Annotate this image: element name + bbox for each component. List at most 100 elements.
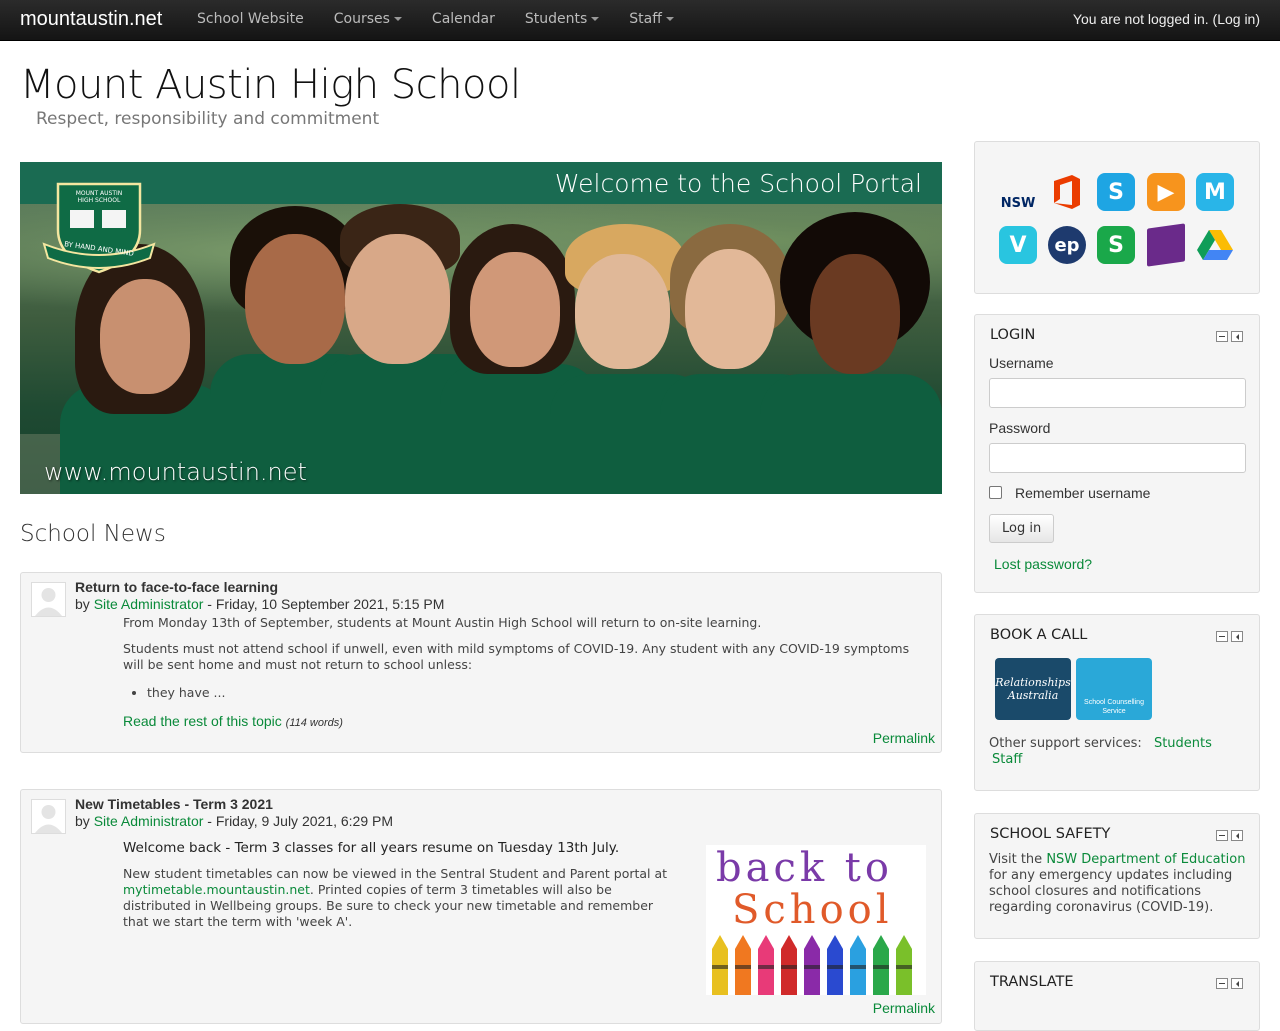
top-navbar: mountaustin.net School Website Courses C… xyxy=(0,0,1280,41)
user-placeholder-icon xyxy=(35,588,62,616)
banner-title: Welcome to the School Portal xyxy=(554,169,922,198)
block-controls xyxy=(1216,830,1243,841)
nsw-education-link[interactable]: NSW Department of Education xyxy=(1046,852,1245,867)
timetable-link[interactable]: mytimetable.mountaustin.net xyxy=(123,882,310,897)
block-controls xyxy=(1216,631,1243,642)
back-to-school-image: back to School xyxy=(706,845,926,995)
tile-label: School Counselling Service xyxy=(1084,699,1144,715)
login-status-text: You are not logged in. xyxy=(1072,11,1209,27)
app-icon-label: S xyxy=(1108,179,1124,205)
nav-item-staff[interactable]: Staff xyxy=(614,0,689,40)
block-title: SCHOOL SAFETY xyxy=(990,826,1111,842)
login-status: You are not logged in. (Log in) xyxy=(1073,11,1260,27)
crest-name: MOUNT AUSTIN HIGH SCHOOL xyxy=(70,190,128,204)
post-date: - Friday, 9 July 2021, 6:29 PM xyxy=(207,813,394,829)
banner-title-bar: Welcome to the School Portal xyxy=(20,162,942,204)
news-post: New Timetables - Term 3 2021 by Site Adm… xyxy=(20,789,942,1024)
nav-item-label: Staff xyxy=(629,11,662,27)
minimize-icon[interactable] xyxy=(1216,978,1228,989)
minimize-icon[interactable] xyxy=(1216,830,1228,841)
password-input[interactable] xyxy=(989,443,1246,473)
dock-icon[interactable] xyxy=(1231,631,1243,642)
post-list: they have ... xyxy=(123,685,923,701)
author-link[interactable]: Site Administrator xyxy=(94,596,204,612)
students-support-link[interactable]: Students xyxy=(1154,736,1212,751)
post-byline: by Site Administrator - Friday, 10 Septe… xyxy=(75,596,444,612)
post-paragraph: New student timetables can now be viewed… xyxy=(123,866,678,930)
lost-password-link[interactable]: Lost password? xyxy=(994,556,1092,572)
image-text-line1: back to xyxy=(716,845,893,891)
block-controls xyxy=(1216,331,1243,342)
support-prefix: Other support services: xyxy=(989,736,1142,751)
mathspace-icon[interactable]: M xyxy=(1196,173,1234,211)
site-brand-link[interactable]: mountaustin.net xyxy=(20,8,162,31)
post-body: From Monday 13th of September, students … xyxy=(123,615,923,731)
dock-icon[interactable] xyxy=(1231,978,1243,989)
app-icon-label: M xyxy=(1204,179,1226,205)
post-paragraph: From Monday 13th of September, students … xyxy=(123,615,762,630)
post-paragraph: Students must not attend school if unwel… xyxy=(123,641,910,672)
app-icon-label: V xyxy=(1009,232,1027,258)
login-button[interactable]: Log in xyxy=(989,514,1055,543)
caret-down-icon xyxy=(393,17,402,21)
news-heading: School News xyxy=(20,521,166,547)
nav-menu: School Website Courses Calendar Students… xyxy=(182,0,689,40)
nav-item-students[interactable]: Students xyxy=(510,0,614,40)
block-title: TRANSLATE xyxy=(990,974,1074,990)
app-icon-label: ▶ xyxy=(1157,179,1175,205)
post-lead: Welcome back - Term 3 classes for all ye… xyxy=(123,840,620,856)
remember-username-checkbox[interactable] xyxy=(989,486,1002,499)
nav-item-label: School Website xyxy=(197,11,304,27)
permalink-link[interactable]: Permalink xyxy=(873,1000,935,1016)
nav-item-calendar[interactable]: Calendar xyxy=(417,0,510,40)
news-post: Return to face-to-face learning by Site … xyxy=(20,572,942,753)
relationships-australia-tile[interactable]: Relationships Australia xyxy=(995,658,1071,720)
dock-icon[interactable] xyxy=(1231,331,1243,342)
safety-text: Visit the NSW Department of Education fo… xyxy=(989,852,1251,916)
app-icon-label: NSW xyxy=(1000,196,1036,211)
school-counselling-tile[interactable]: School Counselling Service xyxy=(1076,658,1152,720)
username-input[interactable] xyxy=(989,378,1246,408)
author-link[interactable]: Site Administrator xyxy=(94,813,204,829)
minimize-icon[interactable] xyxy=(1216,631,1228,642)
username-label: Username xyxy=(989,355,1054,371)
education-perfect-icon[interactable]: ep xyxy=(1048,226,1086,264)
book-icon[interactable] xyxy=(1147,223,1185,267)
read-more-link[interactable]: Read the rest of this topic xyxy=(123,713,282,729)
post-date: - Friday, 10 September 2021, 5:15 PM xyxy=(207,596,445,612)
school-safety-block: SCHOOL SAFETY Visit the NSW Department o… xyxy=(974,813,1260,939)
google-drive-icon[interactable] xyxy=(1196,226,1234,264)
banner-url: www.mountaustin.net xyxy=(44,458,307,486)
staff-support-link[interactable]: Staff xyxy=(992,752,1022,767)
author-avatar xyxy=(31,799,66,834)
nav-item-courses[interactable]: Courses xyxy=(319,0,417,40)
block-controls xyxy=(1216,978,1243,989)
portal-banner: Welcome to the School Portal MOUNT AUSTI… xyxy=(20,162,942,494)
nav-item-label: Students xyxy=(524,11,588,27)
login-block: LOGIN Username Password Remember usernam… xyxy=(974,314,1260,593)
post-subject: Return to face-to-face learning xyxy=(75,579,279,595)
permalink-link[interactable]: Permalink xyxy=(873,730,935,746)
office-icon[interactable] xyxy=(1048,173,1086,211)
dock-icon[interactable] xyxy=(1231,830,1243,841)
byline-prefix: by xyxy=(75,596,90,612)
caret-down-icon xyxy=(591,17,600,21)
play-icon[interactable]: ▶ xyxy=(1147,173,1185,211)
tile-label: Relationships Australia xyxy=(995,676,1071,702)
nav-item-school-website[interactable]: School Website xyxy=(182,0,319,40)
nav-item-label: Calendar xyxy=(431,11,495,27)
paragraph-text: New student timetables can now be viewed… xyxy=(123,866,668,881)
nsw-icon[interactable]: NSW xyxy=(999,173,1037,211)
stile-icon[interactable]: S xyxy=(1097,226,1135,264)
nav-item-label: Courses xyxy=(333,11,390,27)
caret-down-icon xyxy=(665,17,674,21)
password-label: Password xyxy=(989,420,1051,436)
vivi-icon[interactable]: V xyxy=(999,226,1037,264)
login-link[interactable]: (Log in) xyxy=(1213,11,1260,27)
sentral-icon[interactable]: S xyxy=(1097,173,1135,211)
site-title: Mount Austin High School xyxy=(20,62,521,108)
minimize-icon[interactable] xyxy=(1216,331,1228,342)
post-body: Welcome back - Term 3 classes for all ye… xyxy=(123,840,678,930)
crest-text-mid: HIGH SCHOOL xyxy=(77,197,121,204)
translate-block: TRANSLATE xyxy=(974,961,1260,1031)
